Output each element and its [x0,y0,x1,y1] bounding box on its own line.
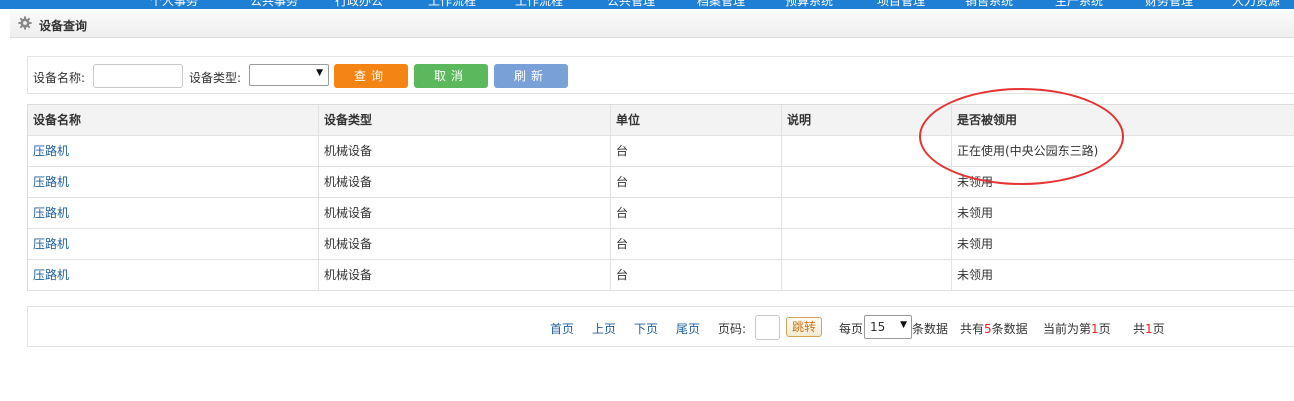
column-header-device-name[interactable]: 设备名称 [28,105,319,135]
device-type-cell: 机械设备 [319,260,611,290]
last-page-link[interactable]: 尾页 [676,320,700,337]
device-type-cell: 机械设备 [319,167,611,197]
unit-cell: 台 [611,260,782,290]
description-cell [782,260,952,290]
description-cell [782,198,952,228]
in-use-status-cell: 未领用 [957,206,994,220]
next-page-link[interactable]: 下页 [634,320,658,337]
description-cell [782,167,952,197]
table-row: 压路机 机械设备 台 未领用 [28,167,1294,198]
unit-cell: 台 [611,136,782,166]
page-title: 设备查询 [39,19,88,33]
total-pages-info: 共1页 [1133,322,1165,336]
device-name-link[interactable]: 压路机 [28,167,319,197]
nav-item[interactable]: 预算系统 [785,0,833,9]
nav-item[interactable]: 人力资源 [1232,0,1280,9]
device-type-cell: 机械设备 [319,198,611,228]
device-type-cell: 机械设备 [319,136,611,166]
nav-item[interactable]: 个人事务 [150,0,198,9]
nav-item[interactable]: 财务管理 [1145,0,1193,9]
per-page-select[interactable]: 15 ▼ [864,315,912,339]
device-type-cell: 机械设备 [319,229,611,259]
device-name-input[interactable] [93,64,183,88]
column-header-unit[interactable]: 单位 [611,105,782,135]
table-row: 压路机 机械设备 台 未领用 [28,198,1294,229]
per-page-prefix: 每页 [839,322,864,336]
description-cell [782,229,952,259]
unit-cell: 台 [611,198,782,228]
in-use-status-cell: 未领用 [957,268,994,282]
cancel-button[interactable]: 取消 [414,64,488,88]
device-name-link[interactable]: 压路机 [28,136,319,166]
nav-item[interactable]: 生产系统 [1055,0,1103,9]
nav-item[interactable]: 工作流程 [428,0,476,9]
device-name-label: 设备名称: [33,71,86,85]
device-name-link[interactable]: 压路机 [28,198,319,228]
search-form: 设备名称: 设备类型: ▼ 查询 取消 刷新 [27,56,1294,94]
gear-icon [18,16,32,30]
jump-button[interactable]: 跳转 [786,317,822,337]
nav-item[interactable]: 工作流程 [515,0,563,9]
device-name-link[interactable]: 压路机 [28,229,319,259]
annotation-ellipse [919,88,1124,185]
pagination-bar: 首页 上页 下页 尾页 页码: 跳转 每页 15 ▼ 条数据 共有5条数据 当前… [27,306,1294,347]
table-row: 压路机 机械设备 台 未领用 [28,229,1294,260]
in-use-status-cell: 未领用 [957,237,994,251]
total-records: 共有5条数据 [960,322,1028,336]
table-row: 压路机 机械设备 台 未领用 [28,260,1294,291]
nav-item[interactable]: 行政办公 [335,0,383,9]
per-page-value: 15 [870,320,886,334]
device-type-label: 设备类型: [189,71,242,85]
page-number-input[interactable] [755,315,780,340]
dropdown-arrow-icon: ▼ [900,320,907,330]
nav-item[interactable]: 公共管理 [607,0,655,9]
page-number-label: 页码: [718,322,747,336]
device-type-select[interactable]: ▼ [249,64,329,86]
prev-page-link[interactable]: 上页 [592,320,616,337]
top-navigation-bar: 个人事务 公共事务 行政办公 工作流程 工作流程 公共管理 档案管理 预算系统 … [0,0,1294,9]
panel-header: 设备查询 [10,10,1294,38]
nav-item[interactable]: 项目管理 [877,0,925,9]
unit-cell: 台 [611,167,782,197]
device-name-link[interactable]: 压路机 [28,260,319,290]
query-button[interactable]: 查询 [334,64,408,88]
per-page-suffix: 条数据 [912,322,949,336]
refresh-button[interactable]: 刷新 [494,64,568,88]
current-page-info: 当前为第1页 [1043,322,1111,336]
dropdown-arrow-icon: ▼ [316,68,323,78]
first-page-link[interactable]: 首页 [550,320,574,337]
column-header-device-type[interactable]: 设备类型 [319,105,611,135]
nav-item[interactable]: 公共事务 [250,0,298,9]
nav-item[interactable]: 销售系统 [965,0,1013,9]
nav-item[interactable]: 档案管理 [697,0,745,9]
unit-cell: 台 [611,229,782,259]
